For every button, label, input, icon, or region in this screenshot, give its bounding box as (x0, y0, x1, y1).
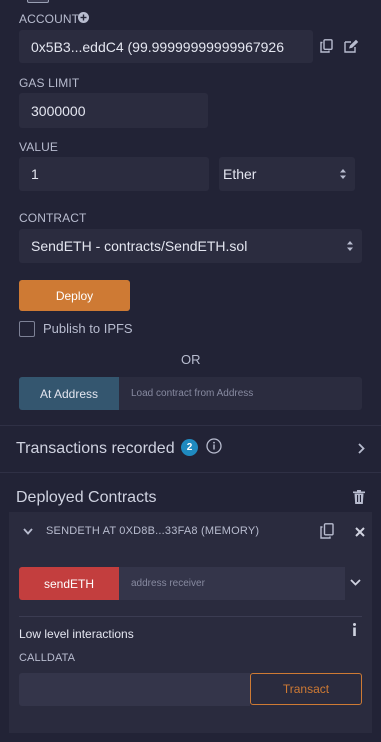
transact-button[interactable]: Transact (250, 673, 362, 705)
contract-selected: SendETH - contracts/SendETH.sol (31, 238, 248, 254)
publish-ipfs-checkbox[interactable] (19, 321, 35, 337)
info-icon[interactable] (206, 438, 222, 454)
at-address-input[interactable]: Load contract from Address (119, 377, 362, 410)
select-arrows-icon (340, 169, 346, 179)
contract-select[interactable]: SendETH - contracts/SendETH.sol (19, 229, 362, 263)
calldata-input[interactable] (19, 673, 250, 706)
value-unit: Ether (223, 166, 257, 182)
panel-divider (19, 616, 362, 617)
plus-circle-icon[interactable] (78, 12, 89, 23)
select-arrows-icon (347, 241, 353, 251)
gas-limit-input[interactable]: 3000000 (19, 93, 208, 128)
section-divider (0, 425, 381, 426)
info-icon[interactable] (352, 623, 357, 636)
calldata-label: CALLDATA (19, 652, 76, 664)
value-unit-select[interactable]: Ether (219, 157, 355, 191)
account-label: ACCOUNT (19, 12, 80, 26)
gas-limit-value: 3000000 (31, 102, 86, 119)
top-checkbox-fragment (27, 0, 49, 3)
publish-ipfs-label: Publish to IPFS (43, 321, 133, 336)
address-receiver-input[interactable]: address receiver (119, 567, 345, 600)
copy-icon[interactable] (320, 523, 334, 539)
trash-icon[interactable] (353, 490, 365, 504)
chevron-down-icon[interactable] (23, 528, 33, 535)
value-label: VALUE (19, 140, 58, 154)
edit-icon[interactable] (344, 39, 359, 53)
copy-icon[interactable] (320, 39, 333, 53)
instance-name[interactable]: SENDETH AT 0XD8B...33FA8 (MEMORY) (46, 525, 259, 537)
close-icon[interactable] (355, 527, 365, 537)
send-eth-button[interactable]: sendETH (19, 567, 119, 600)
value-amount: 1 (31, 166, 39, 182)
gas-limit-label: GAS LIMIT (19, 76, 80, 90)
at-address-button[interactable]: At Address (19, 377, 119, 410)
value-input[interactable]: 1 (19, 157, 209, 191)
chevron-down-icon[interactable] (350, 579, 361, 586)
chevron-right-icon[interactable] (358, 443, 365, 454)
transactions-count-badge: 2 (181, 439, 198, 456)
account-value: 0x5B3...eddC4 (99.99999999999967926 (31, 38, 284, 55)
section-divider (0, 472, 381, 473)
deploy-button[interactable]: Deploy (19, 280, 130, 311)
or-label: OR (181, 352, 201, 367)
contract-label: CONTRACT (19, 211, 87, 225)
low-level-title: Low level interactions (19, 627, 134, 641)
transactions-title[interactable]: Transactions recorded (16, 440, 175, 458)
deployed-contracts-title: Deployed Contracts (16, 489, 157, 506)
account-select[interactable]: 0x5B3...eddC4 (99.99999999999967926 (19, 30, 313, 63)
